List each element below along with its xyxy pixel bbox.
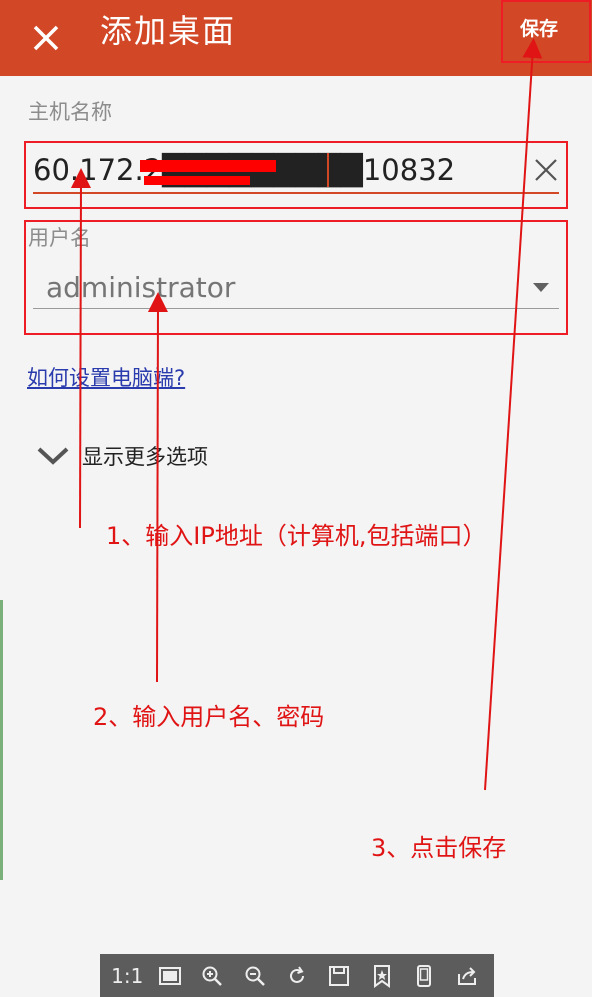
save-icon bbox=[329, 965, 350, 986]
step3-annotation: 3、点击保存 bbox=[371, 834, 507, 862]
setup-help-link[interactable]: 如何设置电脑端? bbox=[27, 364, 185, 392]
host-highlight-box bbox=[24, 141, 568, 209]
host-label: 主机名称 bbox=[28, 100, 112, 124]
chevron-down-icon bbox=[37, 447, 69, 465]
left-edge-strip bbox=[0, 600, 3, 880]
favorite-icon bbox=[373, 964, 390, 988]
page-title: 添加桌面 bbox=[100, 12, 237, 50]
save-image-button[interactable] bbox=[322, 959, 356, 993]
zoom-in-button[interactable] bbox=[195, 959, 229, 993]
more-options-toggle[interactable]: 显示更多选项 bbox=[36, 438, 208, 474]
rotate-button[interactable] bbox=[280, 959, 314, 993]
step1-annotation: 1、输入IP地址（计算机,包括端口） bbox=[106, 522, 487, 550]
zoom-out-button[interactable] bbox=[238, 959, 272, 993]
device-button[interactable] bbox=[407, 959, 441, 993]
close-button[interactable] bbox=[20, 12, 72, 64]
zoom-out-icon bbox=[245, 966, 265, 986]
more-options-label: 显示更多选项 bbox=[82, 445, 208, 469]
zoom-in-icon bbox=[202, 966, 222, 986]
fit-screen-button[interactable] bbox=[153, 959, 187, 993]
share-icon bbox=[457, 966, 476, 985]
phone-icon bbox=[417, 964, 432, 987]
save-highlight-box bbox=[501, 0, 591, 63]
viewer-toolbar: 1:1 bbox=[100, 954, 494, 997]
fit-screen-icon bbox=[158, 966, 181, 985]
actual-size-button[interactable]: 1:1 bbox=[110, 959, 144, 993]
close-icon bbox=[33, 25, 59, 51]
username-highlight-box bbox=[24, 220, 568, 335]
favorite-button[interactable] bbox=[365, 959, 399, 993]
step2-annotation: 2、输入用户名、密码 bbox=[93, 703, 325, 731]
rotate-icon bbox=[289, 965, 304, 983]
share-button[interactable] bbox=[450, 959, 484, 993]
